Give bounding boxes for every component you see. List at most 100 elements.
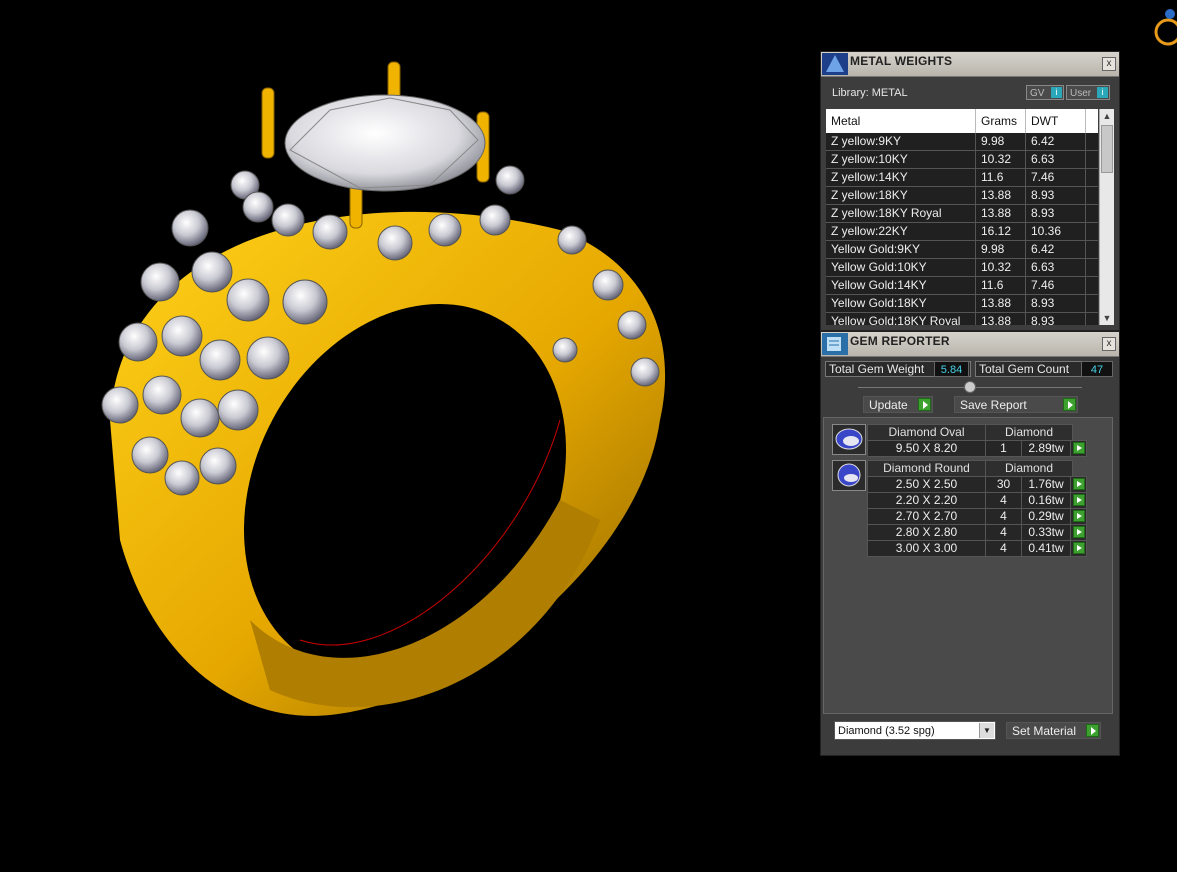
metal-weights-close-button[interactable]: x (1102, 57, 1116, 71)
material-select[interactable]: Diamond (3.52 spg) ▼ (834, 721, 996, 740)
gem-weight-cell: 1.76tw (1021, 476, 1071, 493)
gem-material-label: Diamond (985, 424, 1073, 441)
gem-count-cell: 1 (985, 440, 1022, 457)
metal-weights-titlebar[interactable]: METAL WEIGHTS x (821, 52, 1119, 77)
round-gem-icon (837, 463, 861, 487)
dwt-cell: 6.63 (1026, 151, 1086, 168)
total-gem-weight-label: Total Gem Weight (829, 362, 925, 376)
gem-size-cell: 9.50 X 8.20 (867, 440, 986, 457)
table-row[interactable]: Yellow Gold:9KY 9.98 6.42 (826, 241, 1098, 259)
gem-row-select-button[interactable] (1070, 508, 1087, 525)
oval-gem-table: Diamond Oval Diamond 9.50 X 8.20 1 2.89t… (867, 424, 1087, 457)
user-toggle-button[interactable]: User i (1066, 85, 1110, 100)
dwt-cell: 10.36 (1026, 223, 1086, 240)
grams-column-header[interactable]: Grams (976, 109, 1026, 133)
metal-cell: Yellow Gold:14KY (826, 277, 976, 294)
grams-cell: 9.98 (976, 241, 1026, 258)
ring-3d-viewport[interactable] (0, 0, 800, 872)
table-row[interactable]: Yellow Gold:18KY Royal 13.88 8.93 (826, 313, 1098, 325)
table-row[interactable]: Yellow Gold:14KY 11.6 7.46 (826, 277, 1098, 295)
play-arrow-icon (1073, 478, 1085, 490)
panel-splitter-handle[interactable] (964, 381, 976, 393)
gem-count-cell: 30 (985, 476, 1022, 493)
gem-row-select-button[interactable] (1070, 440, 1087, 457)
dwt-cell: 8.93 (1026, 187, 1086, 204)
scroll-up-icon[interactable]: ▲ (1100, 109, 1114, 123)
user-info-icon[interactable]: i (1097, 87, 1108, 98)
table-row[interactable]: Z yellow:18KY 13.88 8.93 (826, 187, 1098, 205)
dwt-cell: 6.42 (1026, 241, 1086, 258)
grams-cell: 13.88 (976, 313, 1026, 325)
play-arrow-icon (1073, 494, 1085, 506)
grams-cell: 13.88 (976, 295, 1026, 312)
gem-group-header: Diamond Oval Diamond (867, 424, 1086, 441)
gem-row-select-button[interactable] (1070, 540, 1087, 557)
gv-toggle-button[interactable]: GV i (1026, 85, 1064, 100)
round-gem-table: Diamond Round Diamond 2.50 X 2.50 30 1.7… (867, 460, 1087, 557)
play-arrow-icon (1073, 442, 1085, 454)
set-material-button[interactable]: Set Material (1006, 722, 1101, 739)
gem-reporter-title: GEM REPORTER (850, 334, 950, 348)
dwt-column-header[interactable]: DWT (1026, 109, 1086, 133)
grams-cell: 16.12 (976, 223, 1026, 240)
chevron-down-icon[interactable]: ▼ (979, 723, 994, 738)
table-row[interactable]: Z yellow:9KY 9.98 6.42 (826, 133, 1098, 151)
gem-size-cell: 3.00 X 3.00 (867, 540, 986, 557)
metal-cell: Z yellow:22KY (826, 223, 976, 240)
dwt-cell: 6.42 (1026, 133, 1086, 150)
save-report-label: Save Report (960, 398, 1027, 412)
gem-material-label: Diamond (985, 460, 1073, 477)
table-row[interactable]: Z yellow:14KY 11.6 7.46 (826, 169, 1098, 187)
gem-weight-cell: 2.89tw (1021, 440, 1071, 457)
gem-size-cell: 2.50 X 2.50 (867, 476, 986, 493)
table-row[interactable]: 9.50 X 8.20 1 2.89tw (867, 440, 1087, 457)
update-button[interactable]: Update (863, 396, 933, 413)
gem-weight-cell: 0.16tw (1021, 492, 1071, 509)
scroll-thumb[interactable] (1101, 125, 1113, 173)
gem-row-select-button[interactable] (1070, 492, 1087, 509)
table-row[interactable]: 2.80 X 2.80 4 0.33tw (867, 524, 1087, 541)
round-diamond-thumbnail[interactable] (832, 460, 866, 491)
play-arrow-icon (1086, 724, 1099, 737)
gem-reporter-titlebar[interactable]: GEM REPORTER x (821, 332, 1119, 357)
table-row[interactable]: 2.20 X 2.20 4 0.16tw (867, 492, 1087, 509)
gem-row-select-button[interactable] (1070, 476, 1087, 493)
gem-reporter-panel: GEM REPORTER x Total Gem Weight 5.84 Tot… (820, 331, 1120, 756)
metal-weights-title: METAL WEIGHTS (850, 54, 953, 68)
gem-report-list: Diamond Oval Diamond 9.50 X 8.20 1 2.89t… (823, 417, 1113, 714)
table-row[interactable]: 2.50 X 2.50 30 1.76tw (867, 476, 1087, 493)
metal-cell: Yellow Gold:18KY (826, 295, 976, 312)
table-row[interactable]: 3.00 X 3.00 4 0.41tw (867, 540, 1087, 557)
table-row[interactable]: Z yellow:10KY 10.32 6.63 (826, 151, 1098, 169)
metal-cell: Z yellow:14KY (826, 169, 976, 186)
table-row[interactable]: Z yellow:22KY 16.12 10.36 (826, 223, 1098, 241)
table-row[interactable]: 2.70 X 2.70 4 0.29tw (867, 508, 1087, 525)
gem-count-cell: 4 (985, 540, 1022, 557)
grams-cell: 11.6 (976, 277, 1026, 294)
play-arrow-icon (1073, 510, 1085, 522)
metal-table-scrollbar[interactable]: ▲ ▼ (1099, 109, 1114, 325)
scroll-down-icon[interactable]: ▼ (1100, 311, 1114, 325)
grams-cell: 9.98 (976, 133, 1026, 150)
gem-count-cell: 4 (985, 508, 1022, 525)
metal-column-header[interactable]: Metal (826, 109, 976, 133)
gem-reporter-close-button[interactable]: x (1102, 337, 1116, 351)
grams-cell: 10.32 (976, 151, 1026, 168)
gem-size-cell: 2.80 X 2.80 (867, 524, 986, 541)
gv-info-icon[interactable]: i (1051, 87, 1062, 98)
dwt-cell: 8.93 (1026, 205, 1086, 222)
gem-group-header: Diamond Round Diamond (867, 460, 1086, 477)
table-row[interactable]: Z yellow:18KY Royal 13.88 8.93 (826, 205, 1098, 223)
dwt-cell: 7.46 (1026, 277, 1086, 294)
metal-weights-panel: METAL WEIGHTS x Library: METAL GV i User… (820, 51, 1120, 331)
metal-cell: Z yellow:18KY (826, 187, 976, 204)
table-row[interactable]: Yellow Gold:10KY 10.32 6.63 (826, 259, 1098, 277)
gem-weight-cell: 0.41tw (1021, 540, 1071, 557)
metal-table-header: Metal Grams DWT (826, 109, 1098, 133)
play-arrow-icon (1073, 542, 1085, 554)
gem-row-select-button[interactable] (1070, 524, 1087, 541)
save-report-button[interactable]: Save Report (954, 396, 1078, 413)
gem-shape-label: Diamond Round (867, 460, 986, 477)
oval-diamond-thumbnail[interactable] (832, 424, 866, 455)
table-row[interactable]: Yellow Gold:18KY 13.88 8.93 (826, 295, 1098, 313)
